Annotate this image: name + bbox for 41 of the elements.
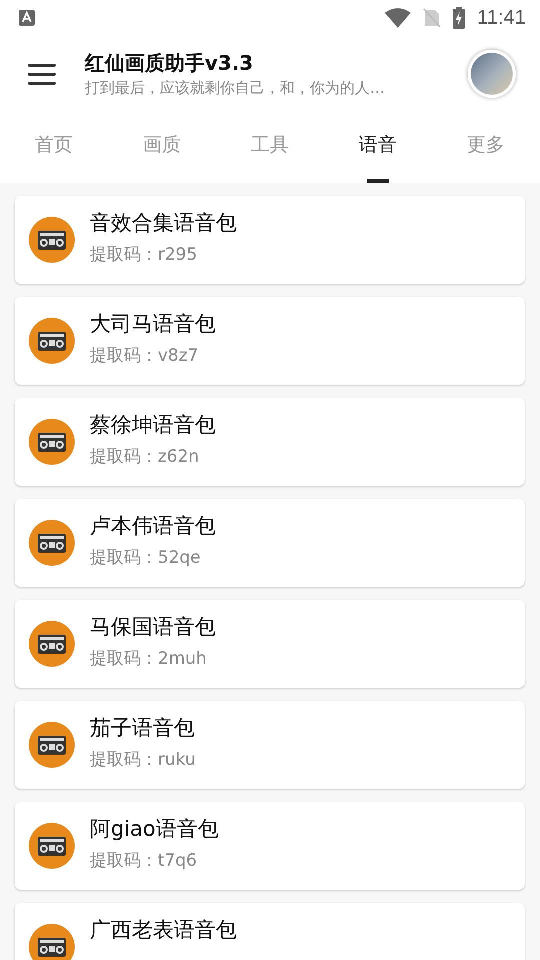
status-time: 11:41	[477, 6, 526, 30]
boombox-icon	[29, 621, 75, 667]
keyboard-notification-icon	[19, 10, 35, 26]
app-title: 红仙画质助手v3.3	[85, 50, 254, 77]
voice-pack-card[interactable]: 广西老表语音包	[15, 903, 525, 960]
battery-charging-icon	[453, 7, 466, 29]
voice-pack-title: 卢本伟语音包	[90, 513, 216, 540]
boombox-icon	[29, 520, 75, 566]
boombox-icon	[29, 722, 75, 768]
voice-pack-title: 马保国语音包	[90, 614, 216, 641]
voice-pack-card[interactable]: 音效合集语音包 提取码：r295	[15, 196, 525, 284]
boombox-icon	[29, 924, 75, 960]
boombox-icon	[29, 823, 75, 869]
voice-pack-title: 音效合集语音包	[90, 210, 237, 237]
extraction-code: 提取码：ruku	[90, 749, 196, 771]
voice-pack-title: 阿giao语音包	[90, 816, 219, 843]
extraction-code: 提取码：r295	[90, 244, 198, 266]
voice-pack-title: 茄子语音包	[90, 715, 196, 742]
extraction-code: 提取码：52qe	[90, 547, 202, 569]
avatar-image[interactable]	[468, 50, 516, 98]
app-subtitle: 打到最后，应该就剩你自己，和，你为的人…	[85, 79, 386, 98]
voice-pack-card[interactable]: 马保国语音包 提取码：2muh	[15, 600, 525, 688]
extraction-code: 提取码：t7q6	[90, 850, 198, 872]
voice-pack-card[interactable]: 茄子语音包 提取码：ruku	[15, 701, 525, 789]
voice-pack-title: 广西老表语音包	[90, 917, 237, 944]
boombox-icon	[29, 318, 75, 364]
voice-pack-card[interactable]: 卢本伟语音包 提取码：52qe	[15, 499, 525, 587]
voice-pack-card[interactable]: 阿giao语音包 提取码：t7q6	[15, 802, 525, 890]
boombox-icon	[29, 217, 75, 263]
extraction-code: 提取码：v8z7	[90, 345, 200, 367]
extraction-code: 提取码：2muh	[90, 648, 208, 670]
boombox-icon	[29, 419, 75, 465]
voice-pack-card[interactable]: 蔡徐坤语音包 提取码：z62n	[15, 398, 525, 486]
voice-pack-card[interactable]: 大司马语音包 提取码：v8z7	[15, 297, 525, 385]
no-sim-icon	[423, 8, 442, 28]
wifi-icon	[385, 8, 412, 28]
extraction-code: 提取码：z62n	[90, 446, 200, 468]
voice-pack-title: 大司马语音包	[90, 311, 216, 338]
tab[interactable]: 语音	[324, 112, 432, 183]
menu-button[interactable]	[28, 63, 56, 85]
voice-pack-title: 蔡徐坤语音包	[90, 412, 216, 439]
